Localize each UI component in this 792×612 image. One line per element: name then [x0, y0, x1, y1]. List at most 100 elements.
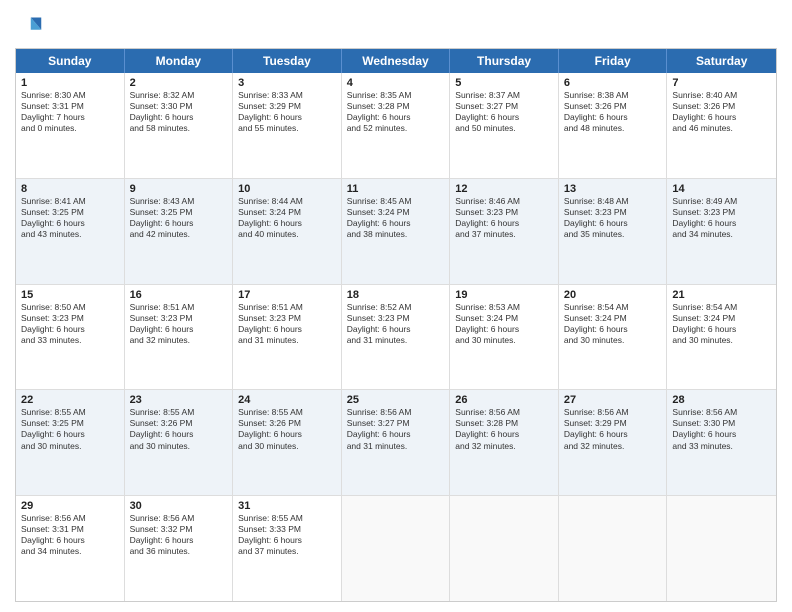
cell-info-line: and 34 minutes. — [672, 229, 771, 240]
day-number: 24 — [238, 394, 336, 406]
day-cell: 24Sunrise: 8:55 AMSunset: 3:26 PMDayligh… — [233, 390, 342, 495]
cell-info-line: Sunrise: 8:55 AM — [238, 513, 336, 524]
day-cell: 15Sunrise: 8:50 AMSunset: 3:23 PMDayligh… — [16, 285, 125, 390]
cell-info-line: Daylight: 6 hours — [672, 218, 771, 229]
cell-info-line: Daylight: 6 hours — [455, 218, 553, 229]
day-number: 4 — [347, 77, 445, 89]
day-number: 14 — [672, 183, 771, 195]
day-number: 16 — [130, 289, 228, 301]
header-cell-friday: Friday — [559, 49, 668, 73]
day-cell: 21Sunrise: 8:54 AMSunset: 3:24 PMDayligh… — [667, 285, 776, 390]
calendar-row: 15Sunrise: 8:50 AMSunset: 3:23 PMDayligh… — [16, 284, 776, 390]
cell-info-line: Sunset: 3:26 PM — [130, 418, 228, 429]
cell-info-line: Sunset: 3:23 PM — [347, 313, 445, 324]
day-number: 6 — [564, 77, 662, 89]
day-cell: 25Sunrise: 8:56 AMSunset: 3:27 PMDayligh… — [342, 390, 451, 495]
cell-info-line: and 31 minutes. — [347, 441, 445, 452]
logo — [15, 14, 47, 42]
day-number: 29 — [21, 500, 119, 512]
day-cell: 28Sunrise: 8:56 AMSunset: 3:30 PMDayligh… — [667, 390, 776, 495]
cell-info-line: Sunrise: 8:45 AM — [347, 196, 445, 207]
empty-cell — [450, 496, 559, 601]
day-cell: 10Sunrise: 8:44 AMSunset: 3:24 PMDayligh… — [233, 179, 342, 284]
day-number: 11 — [347, 183, 445, 195]
cell-info-line: Daylight: 6 hours — [21, 218, 119, 229]
cell-info-line: Sunrise: 8:56 AM — [347, 407, 445, 418]
cell-info-line: Sunset: 3:28 PM — [347, 101, 445, 112]
cell-info-line: Daylight: 6 hours — [21, 535, 119, 546]
header-cell-monday: Monday — [125, 49, 234, 73]
cell-info-line: Daylight: 6 hours — [455, 429, 553, 440]
day-number: 8 — [21, 183, 119, 195]
cell-info-line: Daylight: 6 hours — [564, 429, 662, 440]
cell-info-line: and 42 minutes. — [130, 229, 228, 240]
cell-info-line: and 58 minutes. — [130, 123, 228, 134]
calendar-header: SundayMondayTuesdayWednesdayThursdayFrid… — [16, 49, 776, 73]
cell-info-line: Sunset: 3:27 PM — [455, 101, 553, 112]
day-number: 15 — [21, 289, 119, 301]
day-cell: 16Sunrise: 8:51 AMSunset: 3:23 PMDayligh… — [125, 285, 234, 390]
calendar: SundayMondayTuesdayWednesdayThursdayFrid… — [15, 48, 777, 602]
cell-info-line: Sunset: 3:25 PM — [21, 207, 119, 218]
day-number: 7 — [672, 77, 771, 89]
cell-info-line: Sunrise: 8:56 AM — [564, 407, 662, 418]
day-cell: 6Sunrise: 8:38 AMSunset: 3:26 PMDaylight… — [559, 73, 668, 178]
cell-info-line: Sunrise: 8:51 AM — [130, 302, 228, 313]
day-cell: 13Sunrise: 8:48 AMSunset: 3:23 PMDayligh… — [559, 179, 668, 284]
header — [15, 10, 777, 42]
cell-info-line: and 31 minutes. — [347, 335, 445, 346]
cell-info-line: Sunset: 3:24 PM — [238, 207, 336, 218]
day-number: 27 — [564, 394, 662, 406]
day-number: 9 — [130, 183, 228, 195]
cell-info-line: Daylight: 6 hours — [238, 324, 336, 335]
day-cell: 3Sunrise: 8:33 AMSunset: 3:29 PMDaylight… — [233, 73, 342, 178]
cell-info-line: Sunset: 3:24 PM — [672, 313, 771, 324]
cell-info-line: and 31 minutes. — [238, 335, 336, 346]
day-cell: 27Sunrise: 8:56 AMSunset: 3:29 PMDayligh… — [559, 390, 668, 495]
header-cell-saturday: Saturday — [667, 49, 776, 73]
day-number: 31 — [238, 500, 336, 512]
cell-info-line: Sunset: 3:26 PM — [564, 101, 662, 112]
cell-info-line: and 43 minutes. — [21, 229, 119, 240]
cell-info-line: Daylight: 6 hours — [347, 112, 445, 123]
cell-info-line: and 50 minutes. — [455, 123, 553, 134]
cell-info-line: Daylight: 7 hours — [21, 112, 119, 123]
cell-info-line: Sunset: 3:23 PM — [672, 207, 771, 218]
cell-info-line: Sunrise: 8:35 AM — [347, 90, 445, 101]
cell-info-line: and 37 minutes. — [455, 229, 553, 240]
day-number: 28 — [672, 394, 771, 406]
cell-info-line: Sunset: 3:27 PM — [347, 418, 445, 429]
cell-info-line: Sunset: 3:29 PM — [564, 418, 662, 429]
day-number: 18 — [347, 289, 445, 301]
day-cell: 30Sunrise: 8:56 AMSunset: 3:32 PMDayligh… — [125, 496, 234, 601]
day-cell: 26Sunrise: 8:56 AMSunset: 3:28 PMDayligh… — [450, 390, 559, 495]
cell-info-line: Sunrise: 8:30 AM — [21, 90, 119, 101]
cell-info-line: Daylight: 6 hours — [238, 218, 336, 229]
cell-info-line: Sunset: 3:26 PM — [672, 101, 771, 112]
day-number: 23 — [130, 394, 228, 406]
cell-info-line: Sunrise: 8:55 AM — [130, 407, 228, 418]
cell-info-line: Sunset: 3:33 PM — [238, 524, 336, 535]
day-cell: 8Sunrise: 8:41 AMSunset: 3:25 PMDaylight… — [16, 179, 125, 284]
cell-info-line: Daylight: 6 hours — [455, 324, 553, 335]
cell-info-line: Daylight: 6 hours — [130, 218, 228, 229]
cell-info-line: Daylight: 6 hours — [347, 324, 445, 335]
cell-info-line: Daylight: 6 hours — [238, 535, 336, 546]
cell-info-line: Sunset: 3:23 PM — [21, 313, 119, 324]
cell-info-line: Sunrise: 8:51 AM — [238, 302, 336, 313]
day-cell: 23Sunrise: 8:55 AMSunset: 3:26 PMDayligh… — [125, 390, 234, 495]
cell-info-line: Daylight: 6 hours — [347, 218, 445, 229]
cell-info-line: Sunset: 3:25 PM — [21, 418, 119, 429]
day-cell: 20Sunrise: 8:54 AMSunset: 3:24 PMDayligh… — [559, 285, 668, 390]
cell-info-line: Sunset: 3:29 PM — [238, 101, 336, 112]
cell-info-line: Sunrise: 8:53 AM — [455, 302, 553, 313]
cell-info-line: Sunrise: 8:40 AM — [672, 90, 771, 101]
cell-info-line: and 35 minutes. — [564, 229, 662, 240]
cell-info-line: and 55 minutes. — [238, 123, 336, 134]
day-cell: 5Sunrise: 8:37 AMSunset: 3:27 PMDaylight… — [450, 73, 559, 178]
cell-info-line: Sunrise: 8:52 AM — [347, 302, 445, 313]
cell-info-line: and 0 minutes. — [21, 123, 119, 134]
cell-info-line: Sunset: 3:23 PM — [238, 313, 336, 324]
cell-info-line: Daylight: 6 hours — [672, 429, 771, 440]
cell-info-line: Sunset: 3:30 PM — [672, 418, 771, 429]
